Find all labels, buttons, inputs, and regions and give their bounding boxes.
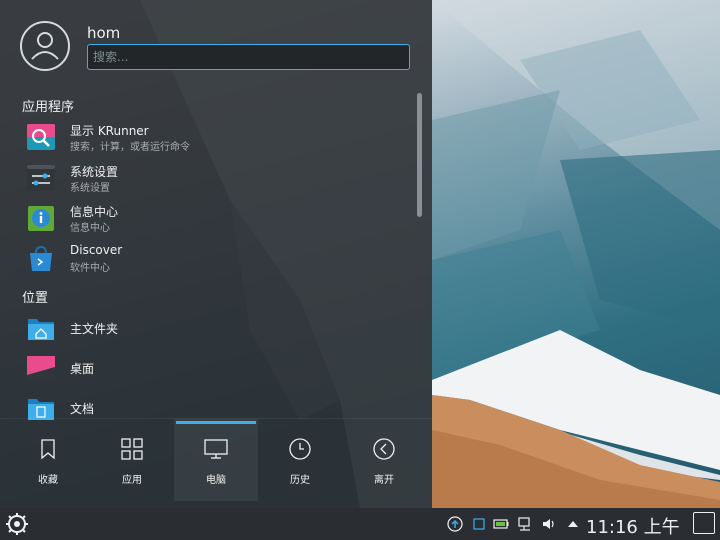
place-item-desktop[interactable]: 桌面 <box>18 349 410 387</box>
app-item-krunner[interactable]: 显示 KRunner 搜索，计算，或者运行命令 <box>18 118 410 156</box>
app-item-system-settings[interactable]: 系统设置 系统设置 <box>18 159 410 197</box>
app-description: 信息中心 <box>70 223 110 234</box>
launcher-tabbar: 收藏 应用 电脑 历史 离开 <box>0 418 432 508</box>
app-name: 显示 KRunner <box>70 124 149 138</box>
show-desktop-button[interactable] <box>693 512 715 534</box>
update-notifier-icon[interactable] <box>447 516 463 532</box>
monitor-icon <box>204 439 228 459</box>
home-folder-icon <box>28 319 54 340</box>
krunner-icon <box>27 124 55 150</box>
network-icon[interactable] <box>517 516 533 532</box>
place-name: 桌面 <box>70 362 95 376</box>
volume-icon[interactable] <box>541 516 557 532</box>
app-name: Discover <box>70 243 123 257</box>
desktop-folder-icon <box>27 356 55 380</box>
system-settings-icon <box>27 165 55 191</box>
app-description: 系统设置 <box>70 183 110 194</box>
application-launcher-icon[interactable] <box>4 511 30 537</box>
tab-label: 离开 <box>374 475 394 486</box>
section-title-places: 位置 <box>22 291 49 306</box>
user-avatar[interactable] <box>20 21 70 71</box>
discover-icon <box>30 245 52 271</box>
application-launcher: hom 应用程序 显示 KRunner 搜索，计算，或者运行命令 系统设置 系统… <box>0 0 432 508</box>
info-center-icon <box>28 206 54 231</box>
tab-label: 收藏 <box>38 475 58 486</box>
tab-computer[interactable]: 电脑 <box>174 419 258 501</box>
place-item-home[interactable]: 主文件夹 <box>18 309 410 347</box>
launcher-header: hom <box>0 0 432 86</box>
app-name: 系统设置 <box>70 165 119 179</box>
app-item-info-center[interactable]: 信息中心 信息中心 <box>18 199 410 237</box>
search-input[interactable] <box>87 44 410 70</box>
tab-history[interactable]: 历史 <box>258 419 342 501</box>
tab-label: 应用 <box>122 475 142 486</box>
place-name: 文档 <box>70 402 95 416</box>
battery-icon[interactable] <box>493 516 509 532</box>
active-tab-indicator <box>176 421 256 424</box>
scrollbar[interactable] <box>417 93 422 217</box>
clock-icon <box>289 438 311 460</box>
grid-icon <box>121 438 143 460</box>
tab-label: 历史 <box>290 475 310 486</box>
username: hom <box>87 24 121 42</box>
tab-applications[interactable]: 应用 <box>90 419 174 501</box>
app-description: 搜索，计算，或者运行命令 <box>70 142 190 153</box>
tab-label: 电脑 <box>206 475 226 486</box>
section-title-applications: 应用程序 <box>22 100 75 115</box>
app-item-discover[interactable]: Discover 软件中心 <box>18 239 410 277</box>
digital-clock[interactable]: 11:16 上午 <box>586 513 680 539</box>
user-icon <box>31 32 59 60</box>
expand-tray-icon[interactable] <box>565 516 581 532</box>
place-name: 主文件夹 <box>70 322 119 336</box>
taskbar-panel: 11:16 上午 <box>0 508 720 540</box>
app-description: 软件中心 <box>70 263 110 274</box>
tab-favorites[interactable]: 收藏 <box>6 419 90 501</box>
leave-icon <box>373 438 395 460</box>
bookmark-icon <box>41 439 55 460</box>
app-name: 信息中心 <box>70 205 119 219</box>
tab-leave[interactable]: 离开 <box>342 419 426 501</box>
input-method-icon[interactable] <box>471 516 487 532</box>
